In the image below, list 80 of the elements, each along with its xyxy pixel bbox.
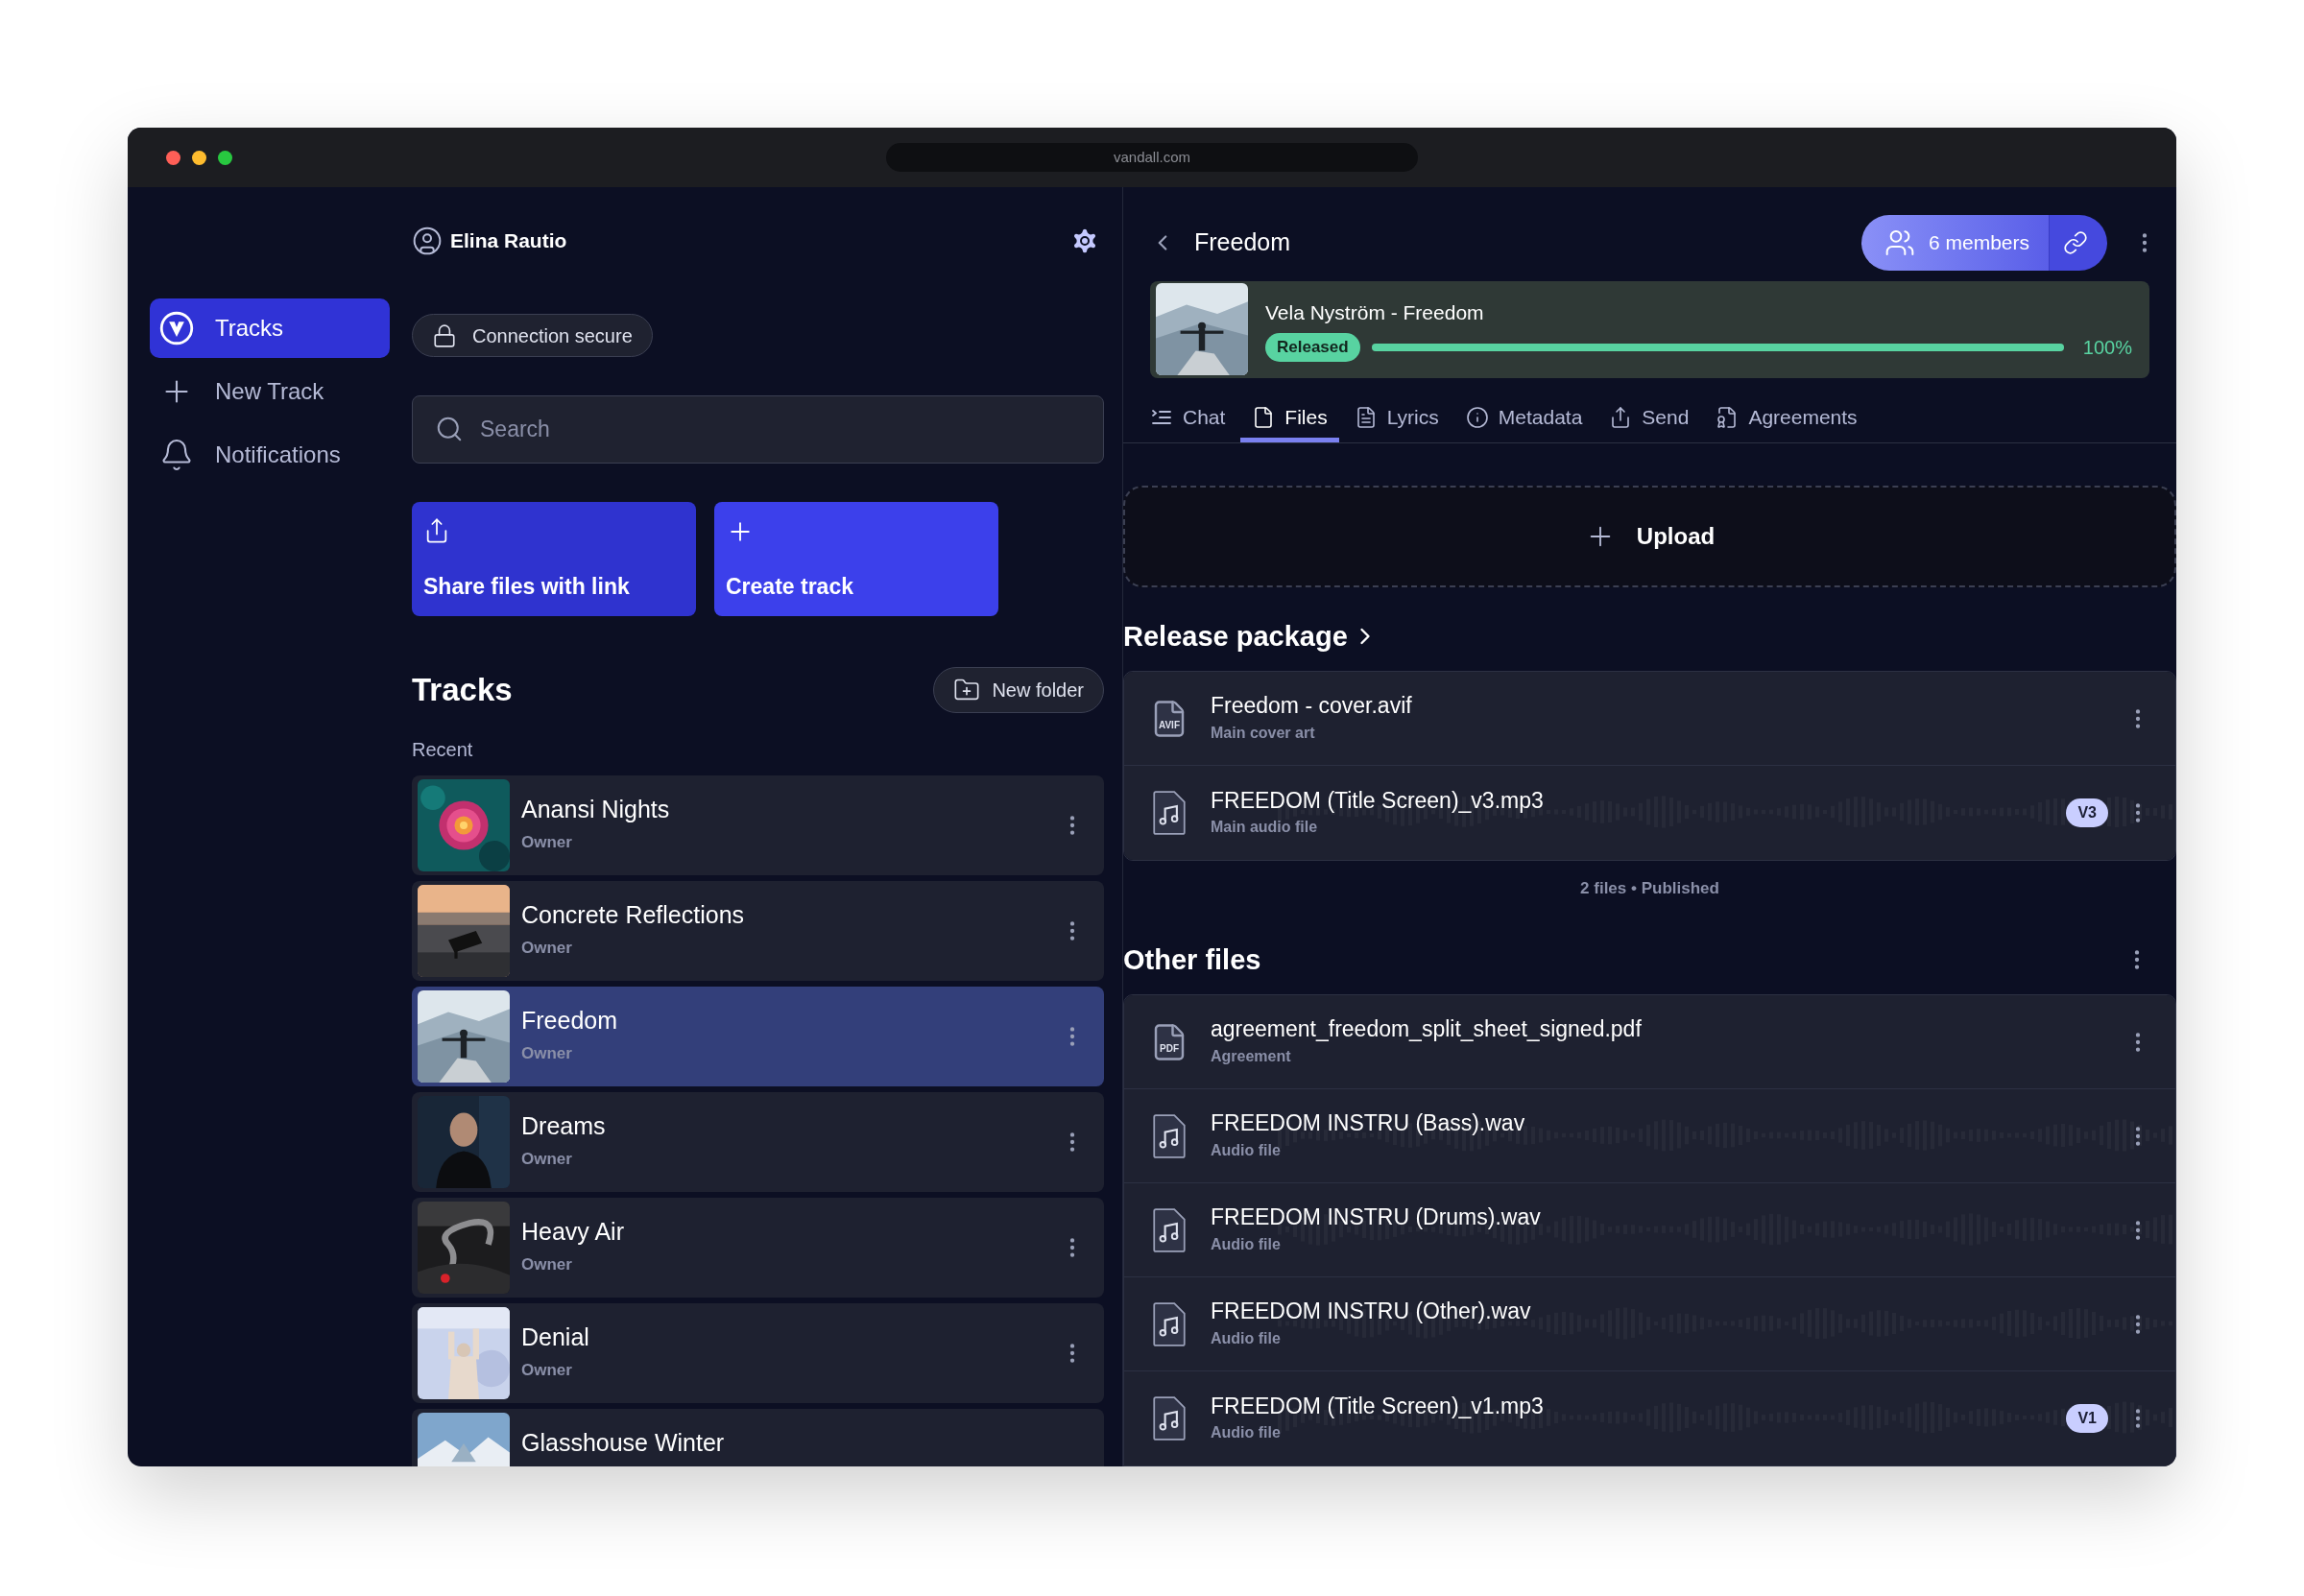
track-title: Freedom [521, 1005, 619, 1036]
upload-dropzone[interactable]: Upload [1123, 485, 2176, 587]
track-heading: Freedom [1194, 227, 1292, 258]
file-name: FREEDOM INSTRU (Other).wav [1211, 1298, 1531, 1325]
track-title: Glasshouse Winter [521, 1427, 726, 1458]
sidebar-item[interactable]: Notifications [150, 425, 390, 485]
file-row[interactable]: FREEDOM INSTRU (Other).wav Audio file [1124, 1277, 2175, 1371]
file-type: Agreement [1211, 1046, 1291, 1066]
file-type-label: AVIF [1157, 718, 1181, 732]
file-row[interactable]: FREEDOM (Title Screen)_v3.mp3 Main audio file V3 [1124, 766, 2175, 860]
lock-icon [432, 322, 457, 348]
file-row[interactable]: FREEDOM INSTRU (Drums).wav Audio file [1124, 1183, 2175, 1277]
file-type: Main cover art [1211, 723, 1315, 743]
info-icon [1465, 405, 1489, 429]
file-name: FREEDOM (Title Screen)_v1.mp3 [1211, 1392, 1544, 1420]
track-role: Owner [521, 1254, 573, 1276]
file-type: Audio file [1211, 1328, 1281, 1348]
track-title: Heavy Air [521, 1216, 625, 1247]
track-title: Anansi Nights [521, 794, 671, 824]
version-badge: V3 [2066, 798, 2108, 827]
file-name: FREEDOM INSTRU (Bass).wav [1211, 1109, 1525, 1137]
section-title[interactable]: Release package [1123, 615, 1348, 657]
list-label: Recent [412, 737, 474, 762]
track-row[interactable]: Heavy Air Owner [412, 1197, 1104, 1298]
track-row[interactable]: Denial Owner [412, 1302, 1104, 1403]
track-row[interactable]: Dreams Owner [412, 1091, 1104, 1192]
tab[interactable]: Send [1597, 396, 1701, 442]
file-row[interactable]: FREEDOM INSTRU (Bass).wav Audio file [1124, 1089, 2175, 1183]
search-field[interactable]: Search [412, 395, 1104, 465]
section-title: Other files [1123, 942, 1261, 977]
file-name: agreement_freedom_split_sheet_signed.pdf [1211, 1015, 1642, 1043]
file-row[interactable]: PDF agreement_freedom_split_sheet_signed.pdf Agreement [1124, 995, 2175, 1089]
file-row[interactable]: AVIF Freedom - cover.avif Main cover art [1124, 672, 2175, 766]
track-title: Dreams [521, 1110, 607, 1141]
file-name: Freedom - cover.avif [1211, 692, 1412, 720]
file-name: FREEDOM INSTRU (Drums).wav [1211, 1203, 1541, 1231]
version-badge: V1 [2066, 1404, 2108, 1433]
action-card[interactable]: Share files with link [412, 502, 696, 617]
file-type-label: PDF [1159, 1041, 1180, 1056]
user-name: Elina Rautio [450, 228, 567, 254]
track-title: Denial [521, 1322, 590, 1352]
bell-icon [159, 438, 194, 472]
address-bar[interactable]: vandall.com [886, 143, 1418, 172]
track-row[interactable]: Anansi Nights Owner [412, 774, 1104, 875]
track-role: Owner [521, 1149, 573, 1171]
track-role: Owner [521, 1360, 573, 1382]
status-badge: Released [1265, 333, 1360, 362]
file-type: Audio file [1211, 1423, 1281, 1443]
tab[interactable]: Chat [1139, 396, 1237, 442]
tab[interactable]: Metadata [1453, 396, 1595, 442]
track-title: Concrete Reflections [521, 899, 746, 930]
user-icon [412, 226, 443, 256]
progress-percent: 100% [2082, 336, 2132, 361]
link-icon [2063, 230, 2088, 255]
track-role: Owner [521, 832, 573, 854]
sidebar-item[interactable]: New Track [150, 362, 390, 421]
tab[interactable]: Files [1240, 396, 1339, 442]
tab[interactable]: Lyrics [1342, 396, 1451, 442]
section-title: Tracks [412, 671, 513, 710]
logo-icon [159, 311, 194, 345]
link-button[interactable] [2049, 215, 2107, 271]
connection-badge: Connection secure [412, 314, 653, 358]
action-card[interactable]: Create track [714, 502, 998, 617]
track-role: Owner [521, 938, 573, 960]
members-button[interactable]: 6 members [1860, 215, 2049, 271]
file-type: Audio file [1211, 1234, 1281, 1254]
release-title: Vela Nyström - Freedom [1265, 299, 1485, 325]
sidebar-item[interactable]: Tracks [150, 298, 390, 358]
track-role: Owner [521, 1043, 573, 1065]
new-folder-button[interactable]: New folder [933, 667, 1104, 714]
file-type: Audio file [1211, 1140, 1281, 1160]
file-type: Main audio file [1211, 818, 1318, 838]
file-row[interactable]: FREEDOM (Title Screen)_v1.mp3 Audio file V1 [1124, 1371, 2175, 1465]
users-icon [1884, 227, 1915, 258]
track-row[interactable]: Glasshouse Winter [412, 1408, 1104, 1466]
track-row[interactable]: Freedom Owner [412, 986, 1104, 1086]
track-row[interactable]: Concrete Reflections Owner [412, 880, 1104, 981]
file-name: FREEDOM (Title Screen)_v3.mp3 [1211, 786, 1544, 815]
tab[interactable]: Agreements [1704, 396, 1869, 442]
file-summary: 2 files • Published [1579, 878, 1720, 899]
